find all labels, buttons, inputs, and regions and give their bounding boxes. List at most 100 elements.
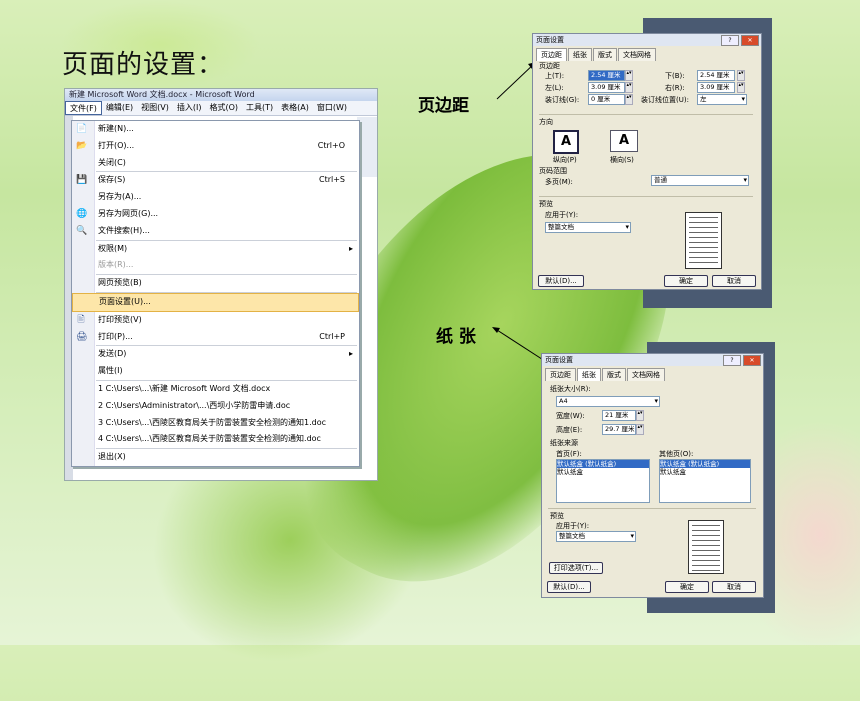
top-margin-input[interactable]: 2.54 厘米 [588, 70, 625, 81]
page-setup-dialog-paper: 页面设置 ?✕ 页边距纸张版式文档网格 纸张大小(R): A4 宽度(W): 2… [541, 353, 764, 598]
menu-item[interactable]: 网页预览(B) [72, 275, 359, 292]
gutter-input[interactable]: 0 厘米 [588, 94, 625, 105]
right-margin-input[interactable]: 3.09 厘米 [697, 82, 735, 93]
dialog-tab[interactable]: 文档网格 [627, 368, 665, 381]
cancel-button[interactable]: 取消 [712, 581, 756, 593]
landscape-icon[interactable]: A [610, 130, 638, 152]
list-item[interactable]: 默认纸盒 [557, 468, 649, 476]
menu-item[interactable]: 3 C:\Users\...\西陵区教育局关于防雷装置安全检测的通知1.doc [72, 415, 359, 432]
cancel-button[interactable]: 取消 [712, 275, 756, 287]
menu-item-icon: 🖹 [77, 314, 85, 325]
help-button[interactable]: ? [723, 355, 741, 366]
bottom-margin-input[interactable]: 2.54 厘米 [697, 70, 735, 81]
menu-item[interactable]: 1 C:\Users\...\新建 Microsoft Word 文档.docx [72, 381, 359, 398]
word-menubar: 文件(F) 编辑(E) 视图(V) 插入(I) 格式(O) 工具(T) 表格(A) 窗口(W) [65, 101, 377, 116]
close-button[interactable]: ✕ [743, 355, 761, 366]
height-input[interactable]: 29.7 厘米 [602, 424, 636, 435]
height-spinner[interactable]: ▴▾ [636, 424, 644, 435]
dialog-tab[interactable]: 页边距 [545, 368, 576, 381]
dialog-tab[interactable]: 版式 [602, 368, 626, 381]
menu-item[interactable]: 🖹 打印预览(V) [72, 312, 359, 329]
menu-item[interactable]: 🌐 另存为网页(G)... [72, 206, 359, 223]
menu-item-label: 发送(D) [98, 349, 127, 359]
menu-item[interactable]: 权限(M) ▸ [72, 241, 359, 258]
gutterpos-label: 装订线位置(U): [641, 96, 689, 104]
menu-item[interactable]: 另存为(A)... [72, 189, 359, 206]
default-button[interactable]: 默认(D)... [538, 275, 584, 287]
width-input[interactable]: 21 厘米 [602, 410, 636, 421]
margins-group-label: 页边距 [539, 62, 560, 70]
list-item[interactable]: 默认纸盒 [660, 468, 750, 476]
menu-item-label: 打印预览(V) [98, 314, 142, 324]
gutter-spinner[interactable]: ▴▾ [625, 94, 633, 105]
landscape-label[interactable]: 横向(S) [610, 155, 634, 165]
menu-item[interactable]: 4 C:\Users\...\西陵区教育局关于防雷装置安全检测的通知.doc [72, 431, 359, 448]
menu-item-label: 打印(P)... [98, 331, 133, 341]
dialog-tab[interactable]: 页边距 [536, 48, 567, 61]
other-pages-list[interactable]: 默认纸盒 (默认纸盒) 默认纸盒 [659, 459, 751, 503]
menu-item[interactable]: 关闭(C) [72, 155, 359, 172]
print-options-button[interactable]: 打印选项(T)... [549, 562, 603, 574]
menu-item-label: 关闭(C) [98, 157, 126, 167]
menu-item[interactable]: 退出(X) [72, 449, 359, 466]
menu-item-label: 版本(R)... [98, 260, 134, 270]
dialog1-tabs: 页边距 纸张 版式 文档网格 [536, 48, 657, 61]
submenu-arrow-icon: ▸ [348, 243, 353, 253]
top-spinner[interactable]: ▴▾ [625, 70, 633, 81]
menubar-item[interactable]: 插入(I) [173, 101, 206, 115]
paper-source-label: 纸张来源 [550, 439, 578, 447]
menubar-item[interactable]: 视图(V) [137, 101, 173, 115]
default-button[interactable]: 默认(D)... [547, 581, 591, 593]
apply-label: 应用于(Y): [545, 211, 579, 219]
portrait-label[interactable]: 纵向(P) [553, 155, 577, 165]
multipage-select[interactable]: 普通 [651, 175, 749, 186]
menubar-item[interactable]: 工具(T) [242, 101, 277, 115]
portrait-icon[interactable]: A [553, 130, 579, 154]
divider [548, 508, 756, 509]
menu-item-label: 属性(I) [98, 366, 123, 376]
ok-button[interactable]: 确定 [664, 275, 708, 287]
first-page-list[interactable]: 默认纸盒 (默认纸盒) 默认纸盒 [556, 459, 650, 503]
close-button[interactable]: ✕ [741, 35, 759, 46]
menu-item[interactable]: 版本(R)... [72, 257, 359, 274]
height-label: 高度(E): [556, 426, 583, 434]
menubar-item[interactable]: 格式(O) [205, 101, 242, 115]
menu-item[interactable]: 属性(I) [72, 363, 359, 380]
paper-size-select[interactable]: A4 [556, 396, 660, 407]
width-spinner[interactable]: ▴▾ [636, 410, 644, 421]
left-margin-input[interactable]: 3.09 厘米 [588, 82, 625, 93]
menubar-item[interactable]: 表格(A) [277, 101, 313, 115]
menubar-item[interactable]: 文件(F) [65, 101, 102, 115]
menu-item-label: 3 C:\Users\...\西陵区教育局关于防雷装置安全检测的通知1.doc [98, 417, 327, 427]
apply-to-select[interactable]: 整篇文档 [545, 222, 631, 233]
word-titlebar: 新建 Microsoft Word 文档.docx - Microsoft Wo… [65, 89, 377, 101]
list-item[interactable]: 默认纸盒 (默认纸盒) [557, 460, 649, 468]
ok-button[interactable]: 确定 [665, 581, 709, 593]
left-spinner[interactable]: ▴▾ [625, 82, 633, 93]
menu-item[interactable]: 📂 打开(O)... Ctrl+O [72, 138, 359, 155]
menu-item[interactable]: 🔍 文件搜索(H)... [72, 223, 359, 240]
dialog-tab[interactable]: 文档网格 [618, 48, 656, 61]
dialog-tab[interactable]: 纸张 [577, 368, 601, 381]
menu-item-shortcut: Ctrl+P [319, 331, 345, 341]
menu-item[interactable]: 页面设置(U)... [72, 292, 359, 312]
dialog1-titlebar: 页面设置 ? ✕ [533, 34, 761, 46]
dialog-tab[interactable]: 纸张 [568, 48, 592, 61]
menubar-item[interactable]: 编辑(E) [102, 101, 137, 115]
menu-item[interactable]: 📄 新建(N)... [72, 121, 359, 138]
right-spinner[interactable]: ▴▾ [737, 82, 745, 93]
menu-item[interactable]: 🖨 打印(P)... Ctrl+P [72, 329, 359, 346]
list-item[interactable]: 默认纸盒 (默认纸盒) [660, 460, 750, 468]
dialog1-title: 页面设置 [536, 36, 564, 44]
apply-to-select[interactable]: 整篇文档 [556, 531, 636, 542]
menubar-item[interactable]: 窗口(W) [313, 101, 351, 115]
menu-item[interactable]: 发送(D) ▸ [72, 346, 359, 363]
gutter-position-select[interactable]: 左 [697, 94, 747, 105]
menu-item[interactable]: 💾 保存(S) Ctrl+S [72, 172, 359, 189]
bottom-spinner[interactable]: ▴▾ [737, 70, 745, 81]
menu-item[interactable]: 2 C:\Users\Administrator\...\西坝小学防雷申请.do… [72, 398, 359, 415]
dialog-tab[interactable]: 版式 [593, 48, 617, 61]
right-label: 右(R): [665, 84, 685, 92]
divider [539, 114, 753, 115]
help-button[interactable]: ? [721, 35, 739, 46]
